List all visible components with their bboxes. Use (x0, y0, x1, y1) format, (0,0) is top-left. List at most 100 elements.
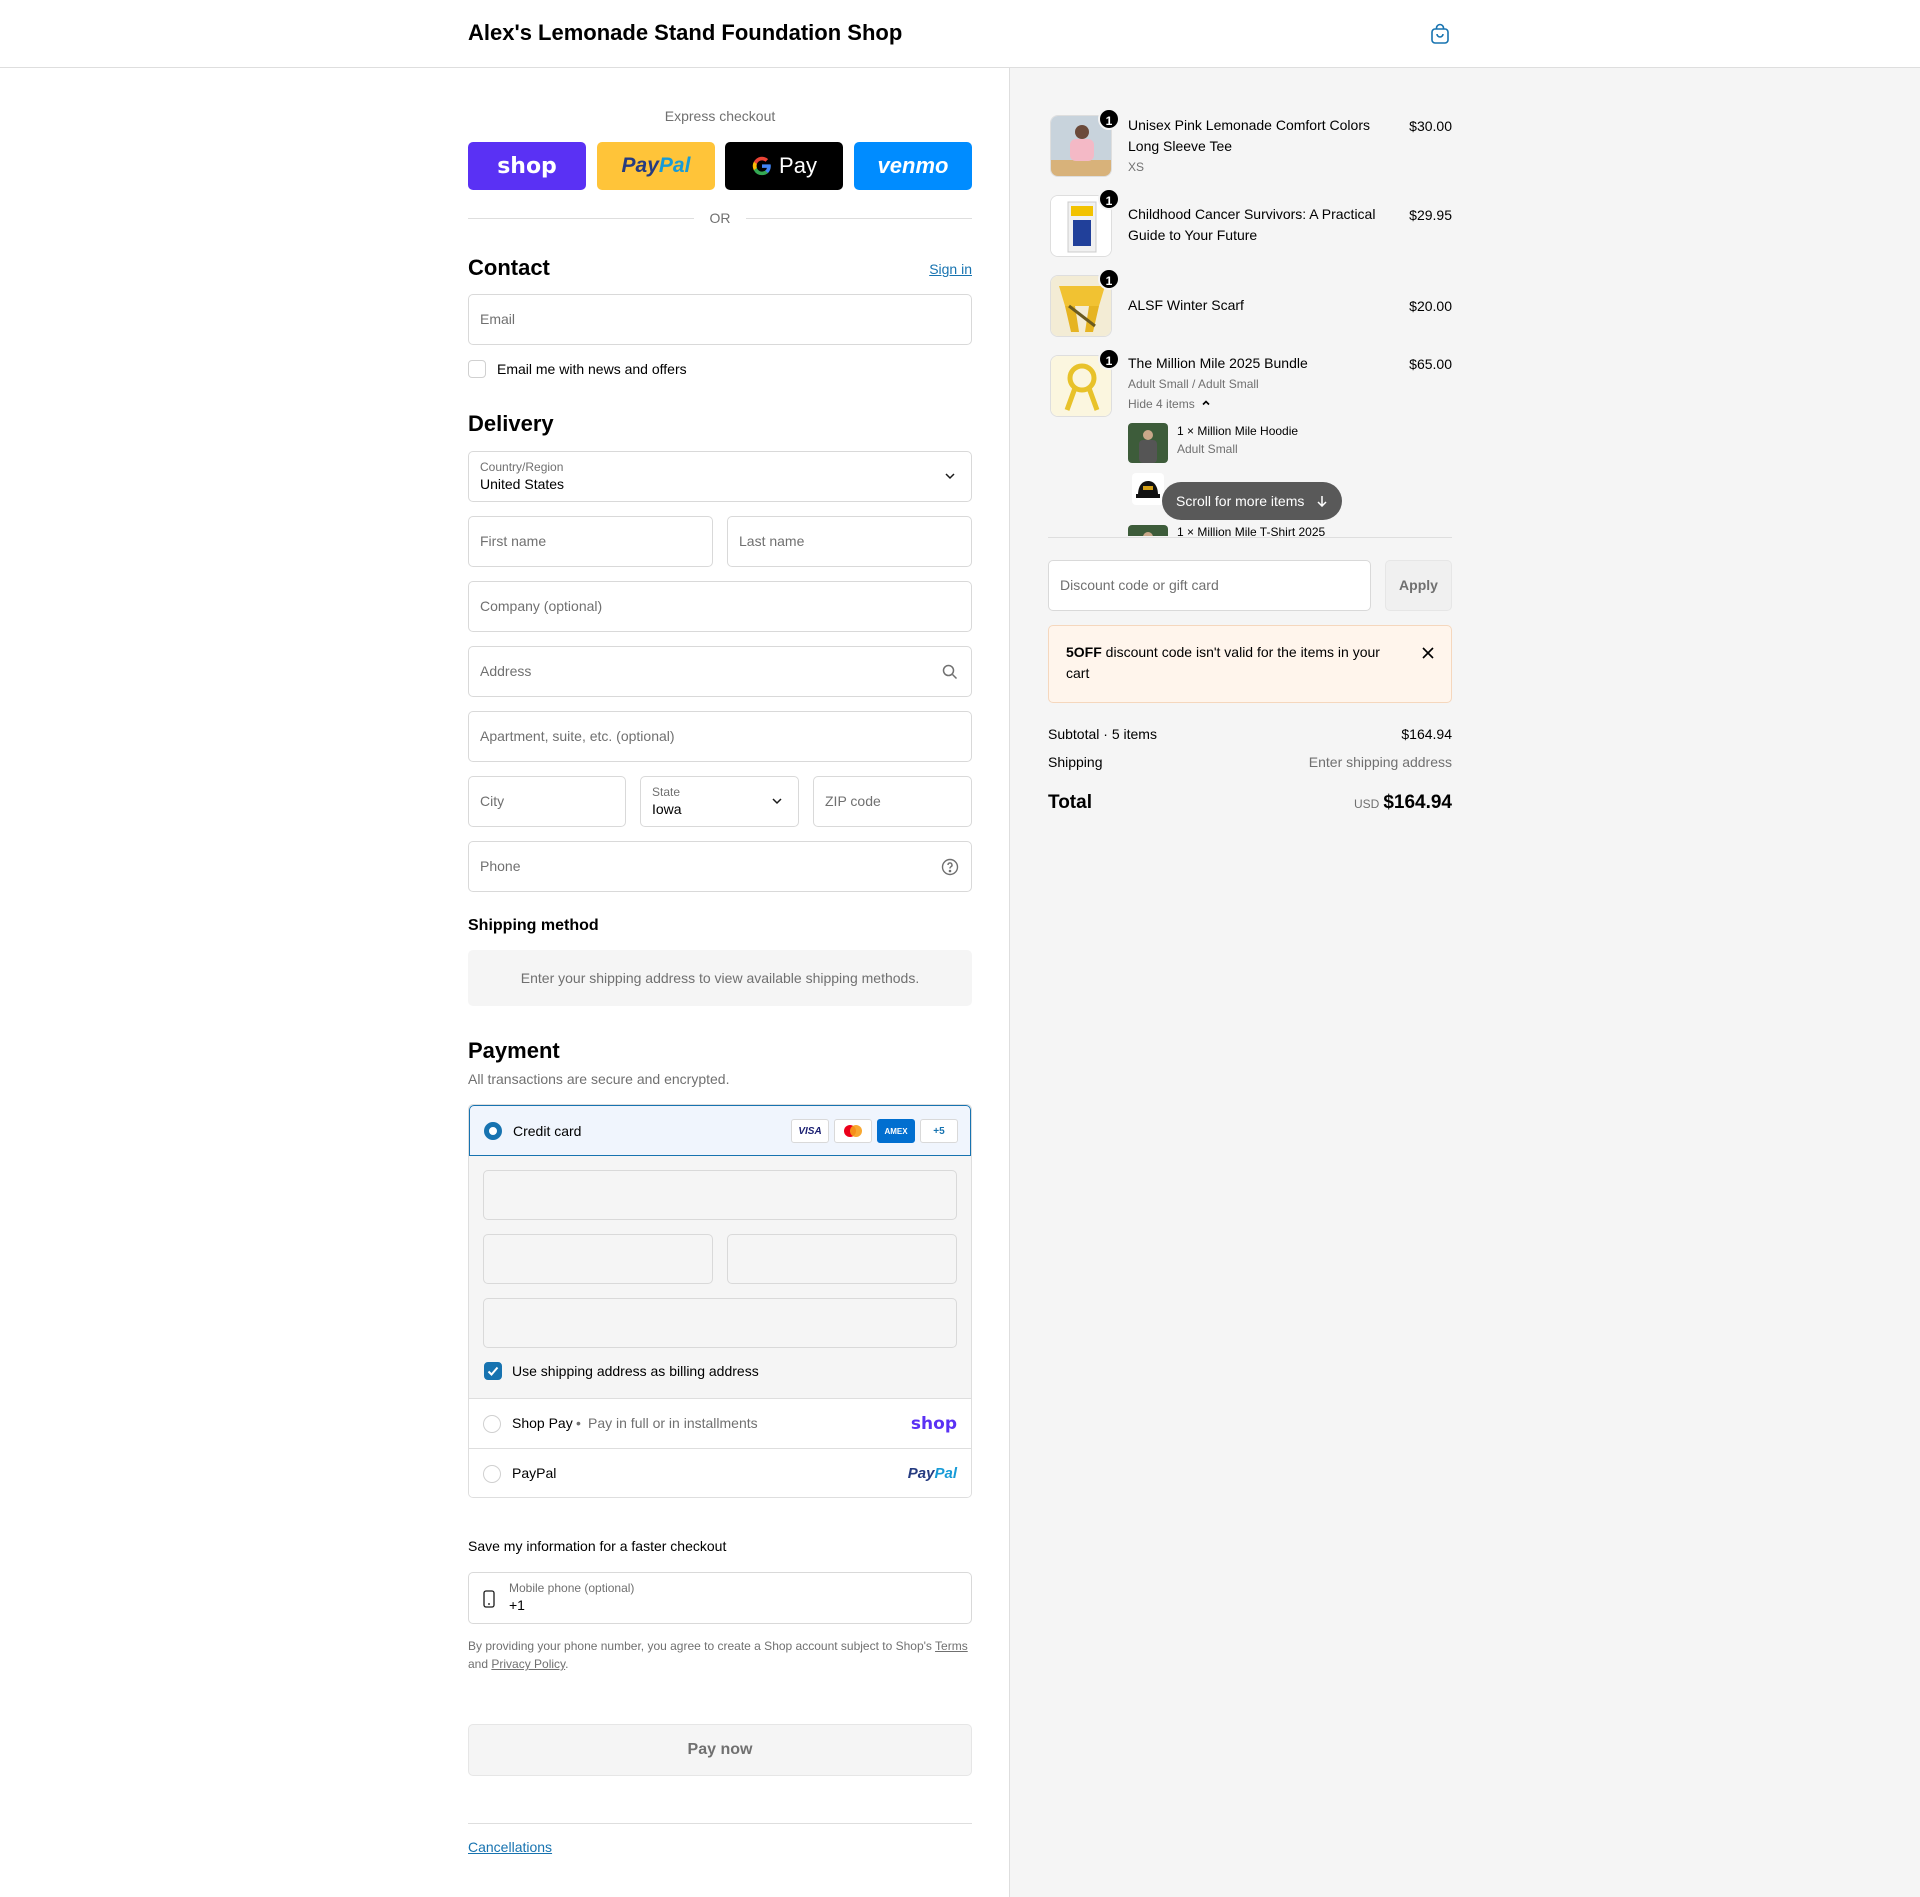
zip-field[interactable]: ZIP code (813, 776, 972, 827)
shipping-value: Enter shipping address (1308, 754, 1452, 770)
bundle-item-variant: Adult Small (1177, 442, 1238, 456)
discount-placeholder: Discount code or gift card (1060, 577, 1219, 593)
apply-discount-button[interactable]: Apply (1385, 560, 1452, 611)
visa-icon: VISA (791, 1119, 829, 1143)
state-select[interactable]: State Iowa (640, 776, 799, 827)
discount-error-code: 5OFF (1066, 644, 1102, 660)
or-divider: OR (468, 208, 972, 228)
credit-card-radio[interactable] (484, 1122, 502, 1140)
contact-heading: Contact (468, 255, 550, 280)
discount-error-banner: 5OFF discount code isn't valid for the i… (1048, 625, 1452, 703)
privacy-policy-link[interactable]: Privacy Policy (491, 1657, 565, 1671)
mobile-phone-label: Mobile phone (optional) (509, 1581, 635, 1595)
city-placeholder: City (480, 793, 505, 809)
subtotal-label: Subtotal · 5 items (1048, 726, 1157, 742)
quantity-badge: 1 (1098, 348, 1120, 370)
card-name-input[interactable] (483, 1298, 957, 1348)
help-circle-icon[interactable] (941, 858, 959, 876)
total-value: $164.94 (1383, 792, 1452, 813)
item-variant: XS (1128, 160, 1145, 174)
shipping-row: Shipping Enter shipping address (1048, 754, 1452, 770)
save-info-heading: Save my information for a faster checkou… (468, 1538, 727, 1554)
payment-options: Credit card VISA AMEX +5 Use shipping ad… (468, 1104, 972, 1498)
chevron-up-icon (1202, 400, 1210, 406)
bundle-item-thumbnail (1128, 525, 1168, 536)
discount-code-input[interactable]: Discount code or gift card (1048, 560, 1371, 611)
state-label: State (652, 785, 681, 799)
shipping-label: Shipping (1048, 754, 1103, 770)
paypal-logo: PayPal (908, 1465, 957, 1482)
quantity-badge: 1 (1098, 108, 1120, 130)
paypal-button[interactable]: Pay Pal (597, 142, 715, 190)
google-pay-button[interactable]: Pay (725, 142, 843, 190)
checkmark-icon (487, 1366, 499, 1376)
item-name: Childhood Cancer Survivors: A Practical … (1128, 206, 1376, 243)
mastercard-icon (834, 1119, 872, 1143)
first-name-field[interactable]: First name (468, 516, 713, 567)
total-label: Total (1048, 792, 1092, 813)
mobile-phone-value: +1 (509, 1597, 525, 1613)
paypal-logo-pay: Pay (907, 1465, 935, 1482)
apartment-field[interactable]: Apartment, suite, etc. (optional) (468, 711, 972, 762)
bundle-item-name: 1 × Million Mile T-Shirt 2025 (1177, 525, 1326, 536)
mobile-phone-icon (483, 1590, 495, 1608)
apartment-placeholder: Apartment, suite, etc. (optional) (480, 728, 675, 744)
shop-pay-separator: • (576, 1415, 581, 1431)
shop-name[interactable]: Alex's Lemonade Stand Foundation Shop (468, 20, 902, 46)
search-icon (942, 664, 958, 680)
paypal-radio[interactable] (483, 1465, 501, 1483)
last-name-field[interactable]: Last name (727, 516, 972, 567)
shop-pay-description: Pay in full or in installments (588, 1415, 758, 1431)
legal-and: and (468, 1657, 489, 1671)
discount-error-message: discount code isn't valid for the items … (1066, 644, 1380, 681)
scroll-more-button[interactable]: Scroll for more items (1162, 482, 1343, 520)
email-field[interactable]: Email (468, 294, 972, 345)
credit-card-label: Credit card (513, 1123, 582, 1139)
company-field[interactable]: Company (optional) (468, 581, 972, 632)
news-offers-label: Email me with news and offers (497, 361, 687, 377)
shopping-bag-icon[interactable] (1428, 22, 1452, 46)
country-select[interactable]: Country/Region United States (468, 451, 972, 502)
first-name-placeholder: First name (480, 533, 547, 549)
sign-in-link[interactable]: Sign in (929, 261, 972, 277)
quantity-badge: 1 (1098, 188, 1120, 210)
phone-field[interactable]: Phone (468, 841, 972, 892)
payment-heading: Payment (468, 1038, 560, 1063)
item-price: $20.00 (1409, 298, 1452, 314)
billing-same-checkbox[interactable] (484, 1362, 502, 1380)
shop-pay-label: Shop Pay (512, 1415, 573, 1431)
terms-link[interactable]: Terms (935, 1639, 968, 1653)
last-name-placeholder: Last name (739, 533, 805, 549)
billing-same-label: Use shipping address as billing address (512, 1363, 759, 1379)
news-offers-checkbox[interactable] (468, 360, 486, 378)
chevron-down-icon (945, 473, 955, 480)
paypal-logo-pal: Pal (934, 1465, 957, 1482)
country-value: United States (480, 476, 565, 492)
paypal-option[interactable]: PayPal PayPal (469, 1448, 971, 1497)
shop-pay-button[interactable]: shop (468, 142, 586, 190)
mobile-phone-field[interactable]: Mobile phone (optional) +1 (468, 1572, 972, 1624)
shop-pay-logo: shop (497, 153, 557, 179)
bundle-item-thumbnail (1128, 423, 1168, 463)
subtotal-row: Subtotal · 5 items $164.94 (1048, 726, 1452, 742)
cancellations-link[interactable]: Cancellations (468, 1839, 552, 1855)
card-cvv-input[interactable] (727, 1234, 957, 1284)
footer-divider (468, 1823, 972, 1824)
address-field[interactable]: Address (468, 646, 972, 697)
legal-end: . (565, 1657, 569, 1671)
item-variant: Adult Small / Adult Small (1128, 377, 1259, 391)
google-g-icon (752, 156, 771, 176)
bundle-item-thumbnail (1132, 473, 1164, 505)
card-number-input[interactable] (483, 1170, 957, 1220)
shop-pay-option[interactable]: Shop Pay • Pay in full or in installment… (469, 1398, 971, 1448)
credit-card-option[interactable]: Credit card VISA AMEX +5 (469, 1105, 971, 1156)
bundle-item-name: 1 × Million Mile Hoodie (1177, 424, 1299, 438)
quantity-badge: 1 (1098, 268, 1120, 290)
card-expiry-input[interactable] (483, 1234, 713, 1284)
pay-now-button[interactable]: Pay now (468, 1724, 972, 1776)
shipping-method-heading: Shipping method (468, 917, 599, 934)
close-icon[interactable] (1421, 646, 1435, 660)
shop-pay-radio[interactable] (483, 1415, 501, 1433)
city-field[interactable]: City (468, 776, 626, 827)
venmo-button[interactable]: venmo (854, 142, 972, 190)
